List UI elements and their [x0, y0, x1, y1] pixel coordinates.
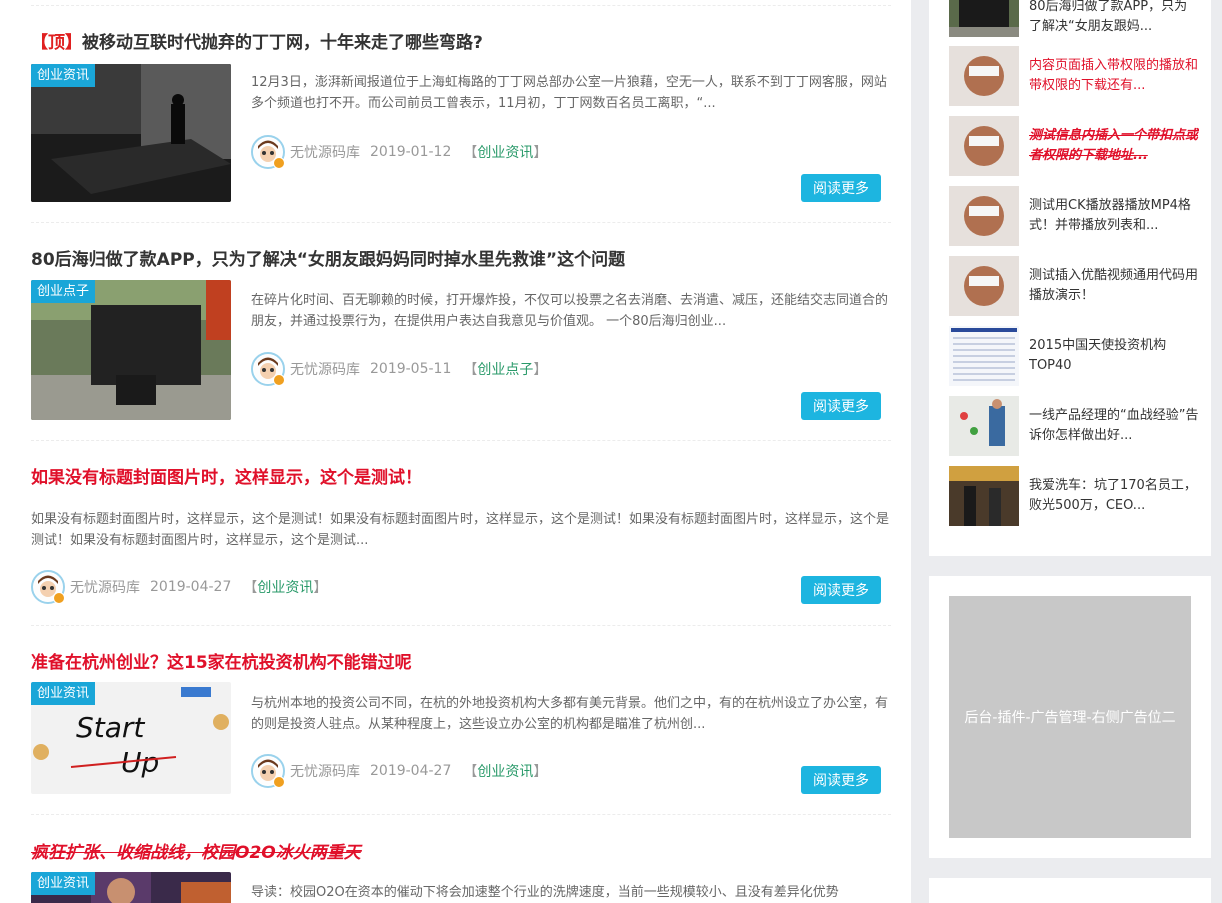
- article-title: 2015中国天使投资机构TOP40: [1029, 338, 1167, 373]
- author-name[interactable]: 无忧源码库: [70, 577, 140, 597]
- post-title[interactable]: 80后海归做了款APP，只为了解决“女朋友跟妈妈同时掉水里先救谁”这个问题: [31, 245, 625, 270]
- post-thumbnail[interactable]: Start Up 创业资讯: [31, 682, 231, 794]
- post-item: 80后海归做了款APP，只为了解决“女朋友跟妈妈同时掉水里先救谁”这个问题 创业…: [31, 245, 891, 425]
- sidebar-article[interactable]: 80后海归做了款APP，只为了解决“女朋友跟妈...: [949, 0, 1199, 37]
- divider: [31, 222, 891, 223]
- post-thumbnail[interactable]: 创业资讯: [31, 64, 231, 202]
- post-category[interactable]: 【创业资讯】: [463, 761, 547, 781]
- verified-badge-icon: [273, 374, 285, 386]
- post-title[interactable]: 【顶】被移动互联时代抛弃的丁丁网，十年来走了哪些弯路?: [31, 28, 483, 53]
- post-category[interactable]: 【创业点子】: [463, 359, 547, 379]
- article-title: 我爱洗车：坑了170名员工，败光500万，CEO...: [1029, 478, 1197, 513]
- category-badge: 创业资讯: [31, 64, 96, 87]
- post-item: 疯狂扩张、收缩战线，校园O2O冰火两重天 创业资讯 导读：校园O2O在资本的催动…: [31, 838, 891, 903]
- post-meta: 无忧源码库 2019-04-27 【创业资讯】: [251, 754, 547, 788]
- sidebar-article-list: 80后海归做了款APP，只为了解决“女朋友跟妈... 内容页面插入带权限的播放和…: [929, 0, 1211, 556]
- article-thumb: [949, 186, 1019, 246]
- divider: [31, 440, 891, 441]
- article-thumb: [949, 466, 1019, 526]
- article-thumb: [949, 46, 1019, 106]
- article-thumb: [949, 256, 1019, 316]
- post-item: 准备在杭州创业？这15家在杭投资机构不能错过呢 Start Up 创业资讯 与杭…: [31, 648, 891, 808]
- post-date: 2019-05-11: [370, 361, 452, 377]
- author-avatar[interactable]: [251, 352, 285, 386]
- post-category[interactable]: 【创业资讯】: [463, 142, 547, 162]
- read-more-button[interactable]: 阅读更多: [801, 576, 881, 604]
- post-excerpt: 与杭州本地的投资公司不同，在杭的外地投资机构大多都有美元背景。他们之中，有的在杭…: [251, 696, 889, 732]
- post-meta: 无忧源码库 2019-01-12 【创业资讯】: [251, 135, 547, 169]
- article-title: 一线产品经理的“血战经验”告诉你怎样做出好...: [1029, 408, 1199, 443]
- article-title: 内容页面插入带权限的播放和带权限的下载还有...: [1029, 58, 1199, 93]
- article-title: 测试插入优酷视频通用代码用播放演示！: [1029, 268, 1199, 303]
- sidebar-article[interactable]: 2015中国天使投资机构TOP40: [949, 326, 1199, 386]
- article-thumb: [949, 0, 1019, 37]
- divider: [31, 5, 891, 6]
- divider: [31, 625, 891, 626]
- article-thumb: [949, 116, 1019, 176]
- sidebar-article[interactable]: 测试信息内插入一个带扣点或者权限的下载地址...: [949, 116, 1199, 176]
- post-date: 2019-04-27: [370, 763, 452, 779]
- post-thumbnail[interactable]: 创业点子: [31, 280, 231, 420]
- sidebar-article[interactable]: 测试插入优酷视频通用代码用播放演示！: [949, 256, 1199, 316]
- author-name[interactable]: 无忧源码库: [290, 142, 360, 162]
- post-excerpt: 导读：校园O2O在资本的催动下将会加速整个行业的洗牌速度，当前一些规模较小、且没…: [251, 885, 839, 900]
- sidebar-ad-widget: 后台-插件-广告管理-右侧广告位二: [929, 576, 1211, 858]
- sticky-tag: 【顶】: [31, 33, 82, 53]
- main-content: 【顶】被移动互联时代抛弃的丁丁网，十年来走了哪些弯路? 创业资讯 12月3日，澎…: [0, 0, 911, 903]
- read-more-button[interactable]: 阅读更多: [801, 392, 881, 420]
- author-avatar[interactable]: [31, 570, 65, 604]
- post-date: 2019-04-27: [150, 579, 232, 595]
- verified-badge-icon: [53, 592, 65, 604]
- post-excerpt: 如果没有标题封面图片时，这样显示，这个是测试！如果没有标题封面图片时，这样显示，…: [31, 512, 890, 548]
- article-title: 测试用CK播放器播放MP4格式！并带播放列表和...: [1029, 198, 1191, 233]
- sidebar-article[interactable]: 测试用CK播放器播放MP4格式！并带播放列表和...: [949, 186, 1199, 246]
- post-item: 【顶】被移动互联时代抛弃的丁丁网，十年来走了哪些弯路? 创业资讯 12月3日，澎…: [31, 28, 891, 208]
- article-thumb: [949, 326, 1019, 386]
- sidebar-article[interactable]: 内容页面插入带权限的播放和带权限的下载还有...: [949, 46, 1199, 106]
- author-avatar[interactable]: [251, 135, 285, 169]
- read-more-button[interactable]: 阅读更多: [801, 174, 881, 202]
- post-title[interactable]: 准备在杭州创业？这15家在杭投资机构不能错过呢: [31, 648, 412, 673]
- sidebar-widget: [929, 878, 1211, 903]
- category-badge: 创业点子: [31, 280, 96, 303]
- author-name[interactable]: 无忧源码库: [290, 761, 360, 781]
- post-thumbnail[interactable]: 创业资讯: [31, 872, 231, 903]
- article-thumb: [949, 396, 1019, 456]
- post-title[interactable]: 如果没有标题封面图片时，这样显示，这个是测试！: [31, 463, 422, 488]
- sidebar-article[interactable]: 我爱洗车：坑了170名员工，败光500万，CEO...: [949, 466, 1199, 526]
- author-name[interactable]: 无忧源码库: [290, 359, 360, 379]
- category-badge: 创业资讯: [31, 682, 96, 705]
- article-title: 80后海归做了款APP，只为了解决“女朋友跟妈...: [1029, 0, 1188, 34]
- post-excerpt: 12月3日，澎湃新闻报道位于上海虹梅路的丁丁网总部办公室一片狼藉，空无一人，联系…: [251, 75, 887, 111]
- post-date: 2019-01-12: [370, 144, 452, 160]
- post-excerpt: 在碎片化时间、百无聊赖的时候，打开爆炸投，不仅可以投票之名去消磨、去消遣、减压，…: [251, 293, 889, 329]
- post-meta: 无忧源码库 2019-04-27 【创业资讯】: [31, 570, 327, 604]
- svg-text:Start: Start: [76, 711, 145, 744]
- verified-badge-icon: [273, 157, 285, 169]
- verified-badge-icon: [273, 776, 285, 788]
- post-category[interactable]: 【创业资讯】: [243, 577, 327, 597]
- post-item: 如果没有标题封面图片时，这样显示，这个是测试！ 如果没有标题封面图片时，这样显示…: [31, 463, 891, 613]
- author-avatar[interactable]: [251, 754, 285, 788]
- divider: [31, 814, 891, 815]
- article-title: 测试信息内插入一个带扣点或者权限的下载地址...: [1029, 128, 1199, 163]
- category-badge: 创业资讯: [31, 872, 96, 895]
- post-title[interactable]: 疯狂扩张、收缩战线，校园O2O冰火两重天: [31, 838, 361, 863]
- post-meta: 无忧源码库 2019-05-11 【创业点子】: [251, 352, 547, 386]
- read-more-button[interactable]: 阅读更多: [801, 766, 881, 794]
- ad-placeholder[interactable]: 后台-插件-广告管理-右侧广告位二: [949, 596, 1191, 838]
- sidebar-article[interactable]: 一线产品经理的“血战经验”告诉你怎样做出好...: [949, 396, 1199, 456]
